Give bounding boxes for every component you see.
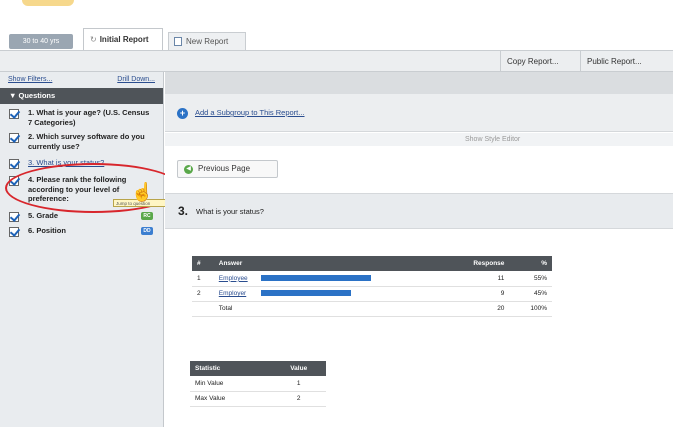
tab-filter-30-to-40[interactable]: 30 to 40 yrs [9,34,73,49]
tab-new-report[interactable]: New Report [168,32,246,50]
total-response: 20 [443,301,510,317]
response-pct: 45% [509,286,552,302]
question-header: 3. What is your status? [165,193,673,229]
question-number: 3. [178,204,189,218]
response-bar [260,290,351,297]
stat-label: Min Value [190,376,272,392]
refresh-icon: ↻ [90,35,97,44]
col-header-num: # [192,256,214,271]
col-header-pct: % [509,256,552,271]
row-num: 1 [192,271,214,287]
public-report-button[interactable]: Public Report... [580,51,648,72]
sidebar: Show Filters... Drill Down... ▼ Question… [0,72,164,427]
previous-page-button[interactable]: ◀ Previous Page [177,160,278,178]
main-header-strip [165,72,673,94]
answer-link[interactable]: Employer [219,290,261,297]
response-count: 11 [443,271,510,287]
table-row: Min Value 1 [190,376,326,392]
checkbox-q3[interactable] [9,159,19,169]
report-main: + Add a Subgroup to This Report... Show … [165,72,673,427]
answer-cell: Employer [213,286,444,302]
hand-cursor-icon: ☝ [131,182,154,202]
stat-label: Max Value [190,391,272,407]
response-bar [260,275,371,282]
checkbox-q1[interactable] [9,109,19,119]
add-subgroup-link[interactable]: Add a Subgroup to This Report... [195,108,305,118]
sidebar-item-q6-label: 6. Position [28,226,66,235]
document-icon [174,37,182,47]
stat-value: 2 [271,391,326,407]
checkbox-q5[interactable] [9,212,19,222]
col-header-response: Response [443,256,510,271]
logo-strip [22,0,74,6]
statistics-table: Statistic Value Min Value 1 Max Value 2 [190,361,326,407]
response-table: # Answer Response % 1 Employee 11 55% 2 … [192,256,552,317]
response-count: 9 [443,286,510,302]
answer-cell: Employee [213,271,444,287]
tab-initial-report[interactable]: ↻ Initial Report [83,28,163,50]
answer-link[interactable]: Employee [219,275,261,282]
questions-header[interactable]: ▼ Questions [0,88,163,104]
report-toolbar: Copy Report... Public Report... [0,50,673,72]
arrow-left-icon: ◀ [184,165,193,174]
col-header-answer: Answer [213,256,444,271]
col-header-statistic: Statistic [190,361,272,376]
questions-header-label: Questions [18,91,56,100]
copy-report-button[interactable]: Copy Report... [500,51,565,72]
previous-page-label: Previous Page [198,164,251,173]
table-row: 2 Employer 9 45% [192,286,552,302]
total-label: Total [213,301,444,317]
response-pct: 55% [509,271,552,287]
row-num: 2 [192,286,214,302]
table-row: Max Value 2 [190,391,326,407]
question-title: What is your status? [196,207,264,216]
show-style-editor[interactable]: Show Style Editor [165,133,673,146]
drill-down-link[interactable]: Drill Down... [117,72,155,88]
subgroup-bar: + Add a Subgroup to This Report... [165,94,673,132]
total-pct: 100% [509,301,552,317]
sidebar-item-q1[interactable]: 1. What is your age? (U.S. Census 7 Cate… [0,106,163,130]
sidebar-item-q2-label: 2. Which survey software do you currentl… [28,132,145,151]
sidebar-item-q5-label: 5. Grade [28,211,59,220]
table-row: 1 Employee 11 55% [192,271,552,287]
plus-icon[interactable]: + [177,108,188,119]
sidebar-item-q1-label: 1. What is your age? (U.S. Census 7 Cate… [28,108,150,127]
question-type-badge: DD [141,227,153,235]
stat-value: 1 [271,376,326,392]
checkbox-q6[interactable] [9,227,19,237]
sidebar-item-q6[interactable]: 6. Position DD [0,224,163,239]
col-header-value: Value [271,361,326,376]
tab-bar: 30 to 40 yrs ↻ Initial Report New Report [0,0,673,50]
checkbox-q2[interactable] [9,133,19,143]
table-row-total: Total 20 100% [192,301,552,317]
show-filters-link[interactable]: Show Filters... [8,72,52,88]
tab-new-report-label: New Report [186,37,229,46]
question-type-badge: RC [141,212,153,220]
sidebar-item-q2[interactable]: 2. Which survey software do you currentl… [0,130,163,156]
sidebar-links: Show Filters... Drill Down... [0,72,163,88]
tab-initial-report-label: Initial Report [99,35,149,44]
